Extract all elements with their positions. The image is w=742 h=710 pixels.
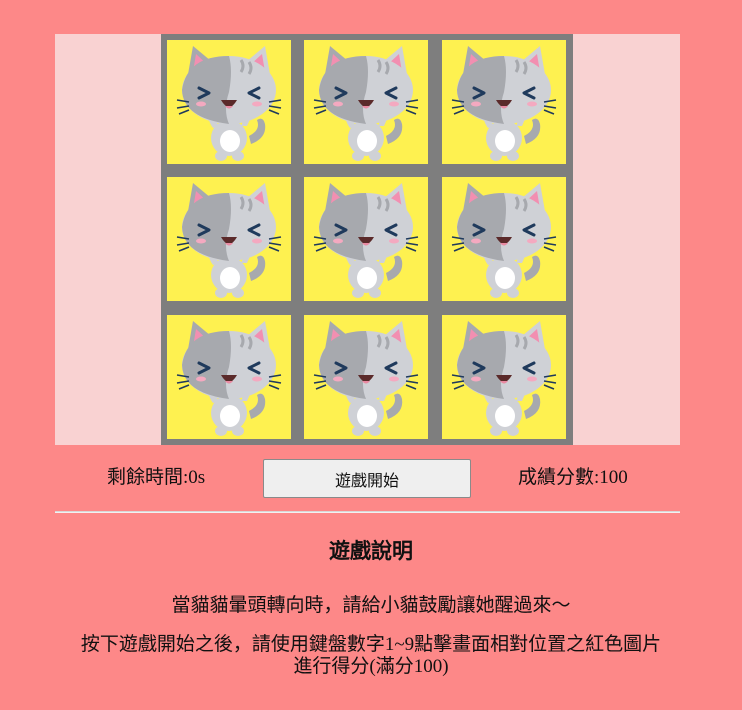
cat-cell-3[interactable]: [442, 40, 566, 164]
game-board: [161, 34, 573, 445]
game-stage: [55, 34, 680, 445]
cat-cell-4[interactable]: [167, 177, 291, 301]
cat-icon: [442, 177, 566, 301]
cat-cell-1[interactable]: [167, 40, 291, 164]
cat-icon: [167, 315, 291, 439]
instructions-line-2a: 按下遊戲開始之後，請使用鍵盤數字1~9點擊畫面相對位置之紅色圖片: [80, 634, 662, 655]
cat-cell-7[interactable]: [167, 315, 291, 439]
cat-icon: [304, 177, 428, 301]
cat-icon: [304, 315, 428, 439]
cat-cell-8[interactable]: [304, 315, 428, 439]
cat-cell-6[interactable]: [442, 177, 566, 301]
cat-icon: [167, 40, 291, 164]
cat-cell-5[interactable]: [304, 177, 428, 301]
instructions-title: 遊戲說明: [329, 539, 413, 563]
score-text: 成績分數:100: [518, 467, 628, 488]
cat-icon: [442, 315, 566, 439]
cat-icon: [442, 40, 566, 164]
divider: [55, 511, 680, 513]
start-game-button[interactable]: 遊戲開始: [263, 459, 471, 498]
remaining-time-text: 剩餘時間:0s: [107, 467, 206, 488]
instructions-line-2b: 進行得分(滿分100): [293, 656, 449, 677]
instructions-line-2: 按下遊戲開始之後，請使用鍵盤數字1~9點擊畫面相對位置之紅色圖片 進行得分(滿分…: [0, 634, 742, 678]
cat-icon: [167, 177, 291, 301]
instructions-line-1: 當貓貓暈頭轉向時，請給小貓鼓勵讓她醒過來〜: [171, 595, 571, 616]
game-controls: 剩餘時間:0s 遊戲開始 成績分數:100: [55, 458, 680, 498]
cat-cell-2[interactable]: [304, 40, 428, 164]
cat-cell-9[interactable]: [442, 315, 566, 439]
cat-icon: [304, 40, 428, 164]
